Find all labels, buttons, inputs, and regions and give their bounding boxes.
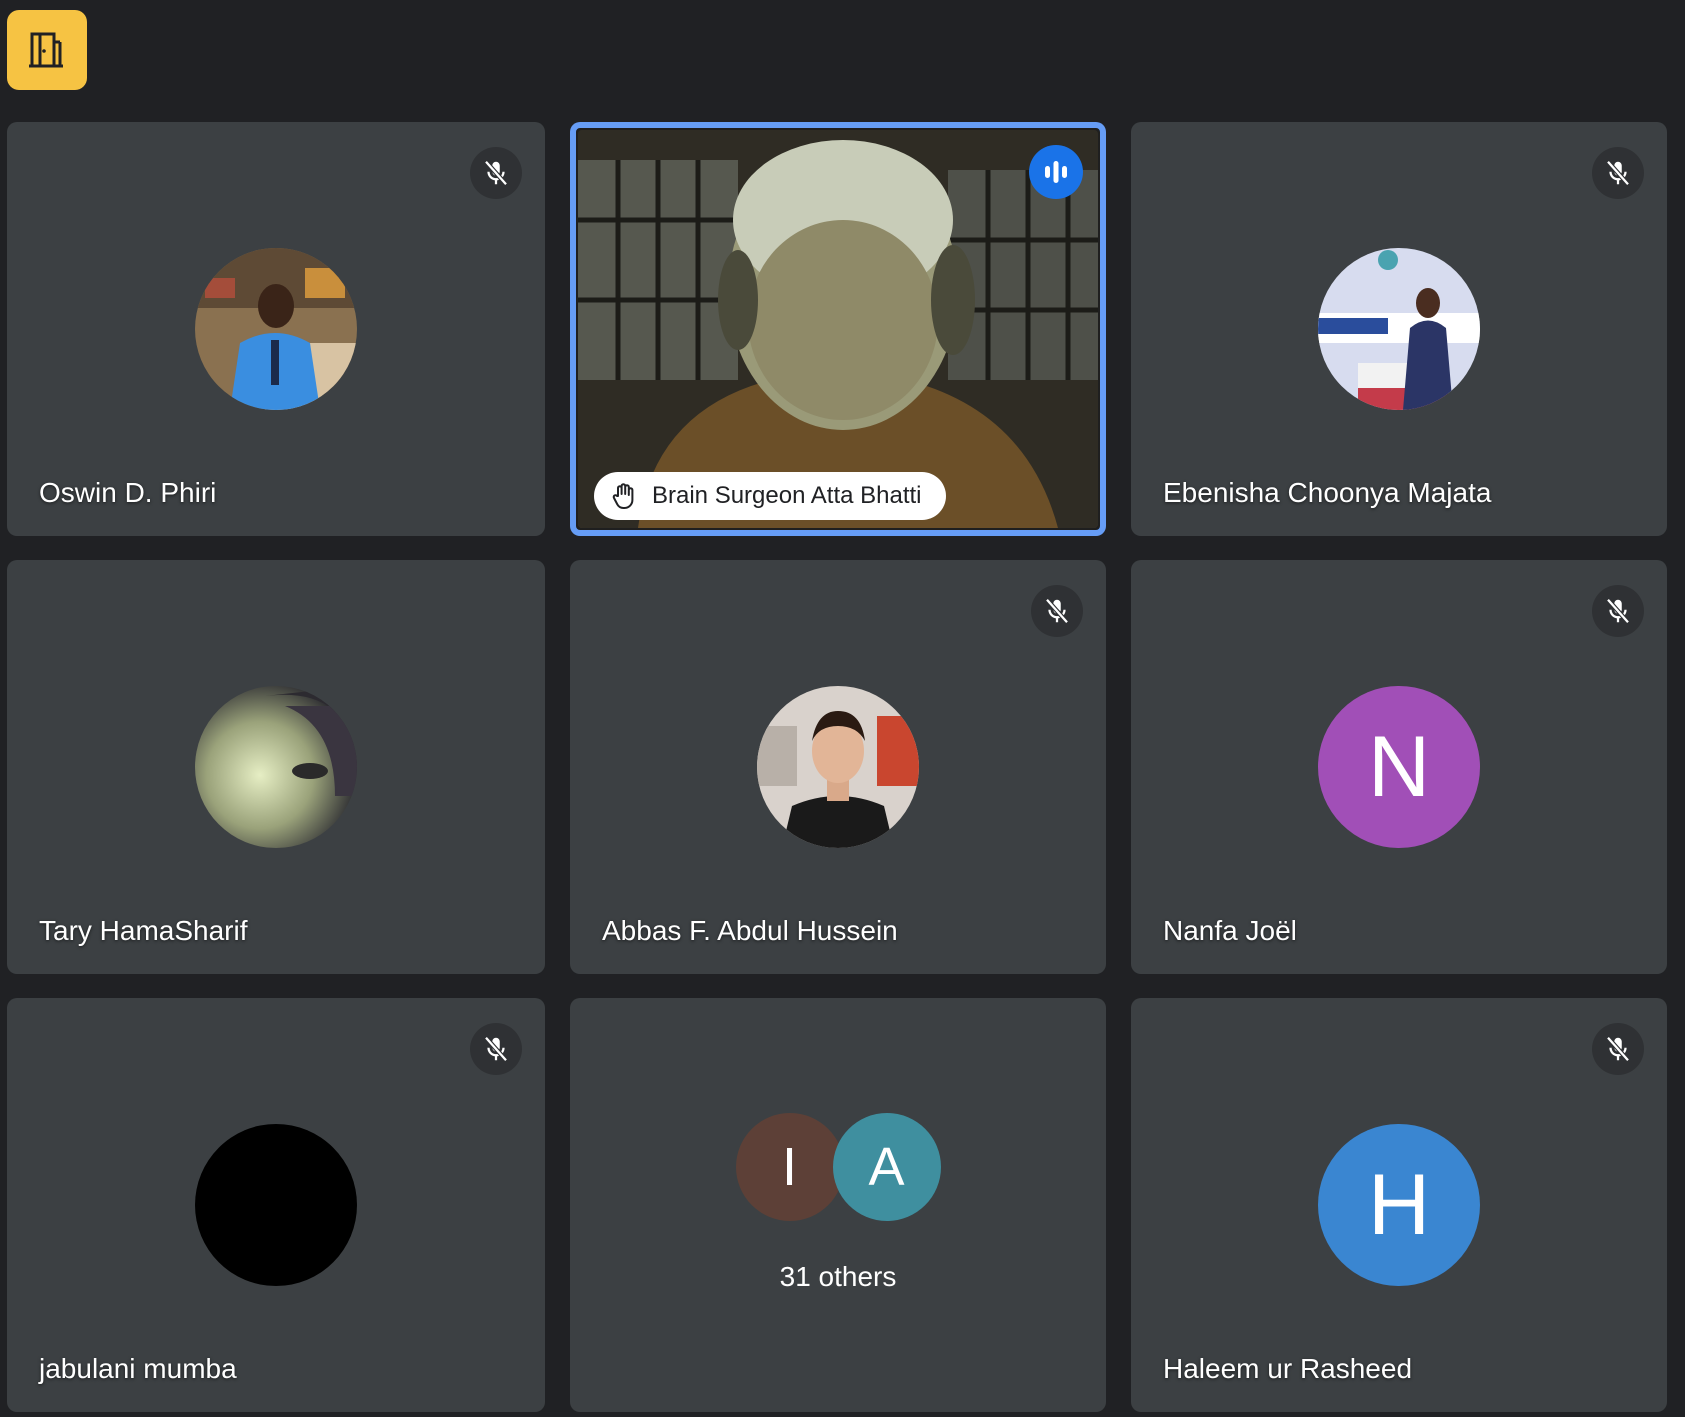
avatar-letter: I <box>735 1113 844 1221</box>
mic-off-icon <box>1592 147 1644 199</box>
mic-off-icon <box>1592 1023 1644 1075</box>
speaking-indicator-icon <box>1029 145 1083 199</box>
participant-tile[interactable]: Tary HamaSharif <box>7 560 545 974</box>
participant-tile[interactable]: jabulani mumba <box>7 998 545 1412</box>
participant-name: Ebenisha Choonya Majata <box>1163 477 1492 508</box>
avatar-letter: H <box>1318 1124 1480 1286</box>
participant-name: Haleem ur Rasheed <box>1163 1353 1413 1384</box>
participant-name: jabulani mumba <box>39 1353 237 1384</box>
mic-off-icon <box>1592 585 1644 637</box>
avatar-letter: N <box>1318 686 1480 848</box>
avatar <box>1318 248 1480 410</box>
participant-tile-active-speaker[interactable]: Brain Surgeon Atta Bhatti <box>570 122 1106 536</box>
mic-off-icon <box>470 1023 522 1075</box>
others-count-label: 31 others <box>779 1261 897 1292</box>
avatar <box>195 248 357 410</box>
participant-name: Oswin D. Phiri <box>39 477 217 508</box>
participant-name: Brain Surgeon Atta Bhatti <box>652 482 922 509</box>
others-avatars: I A <box>735 1113 941 1221</box>
others-group: I A 31 others <box>570 1113 1106 1293</box>
participant-name: Tary HamaSharif <box>39 915 248 946</box>
raised-hand-icon <box>612 483 634 509</box>
participant-tile[interactable]: Ebenisha Choonya Majata <box>1131 122 1667 536</box>
raised-hand-name-pill: Brain Surgeon Atta Bhatti <box>594 472 946 520</box>
avatar <box>757 686 919 848</box>
mic-off-icon <box>1031 585 1083 637</box>
participant-tile[interactable]: N Nanfa Joël <box>1131 560 1667 974</box>
others-tile[interactable]: I A 31 others <box>570 998 1106 1412</box>
door-exit-icon <box>29 32 63 68</box>
participant-name: Nanfa Joël <box>1163 915 1297 946</box>
mic-off-icon <box>470 147 522 199</box>
breakout-rooms-button[interactable] <box>7 10 87 90</box>
participant-tile[interactable]: Abbas F. Abdul Hussein <box>570 560 1106 974</box>
avatar <box>195 1124 357 1286</box>
participant-tile[interactable]: Oswin D. Phiri <box>7 122 545 536</box>
avatar <box>195 686 357 848</box>
participant-name: Abbas F. Abdul Hussein <box>602 915 898 946</box>
participant-video <box>578 130 1098 528</box>
avatar-letter: A <box>832 1113 941 1221</box>
participant-grid: Oswin D. Phiri Brain Surgeon Atta Bhatti… <box>7 122 1667 1412</box>
meet-grid-view: Oswin D. Phiri Brain Surgeon Atta Bhatti… <box>0 0 1685 1417</box>
participant-tile[interactable]: H Haleem ur Rasheed <box>1131 998 1667 1412</box>
